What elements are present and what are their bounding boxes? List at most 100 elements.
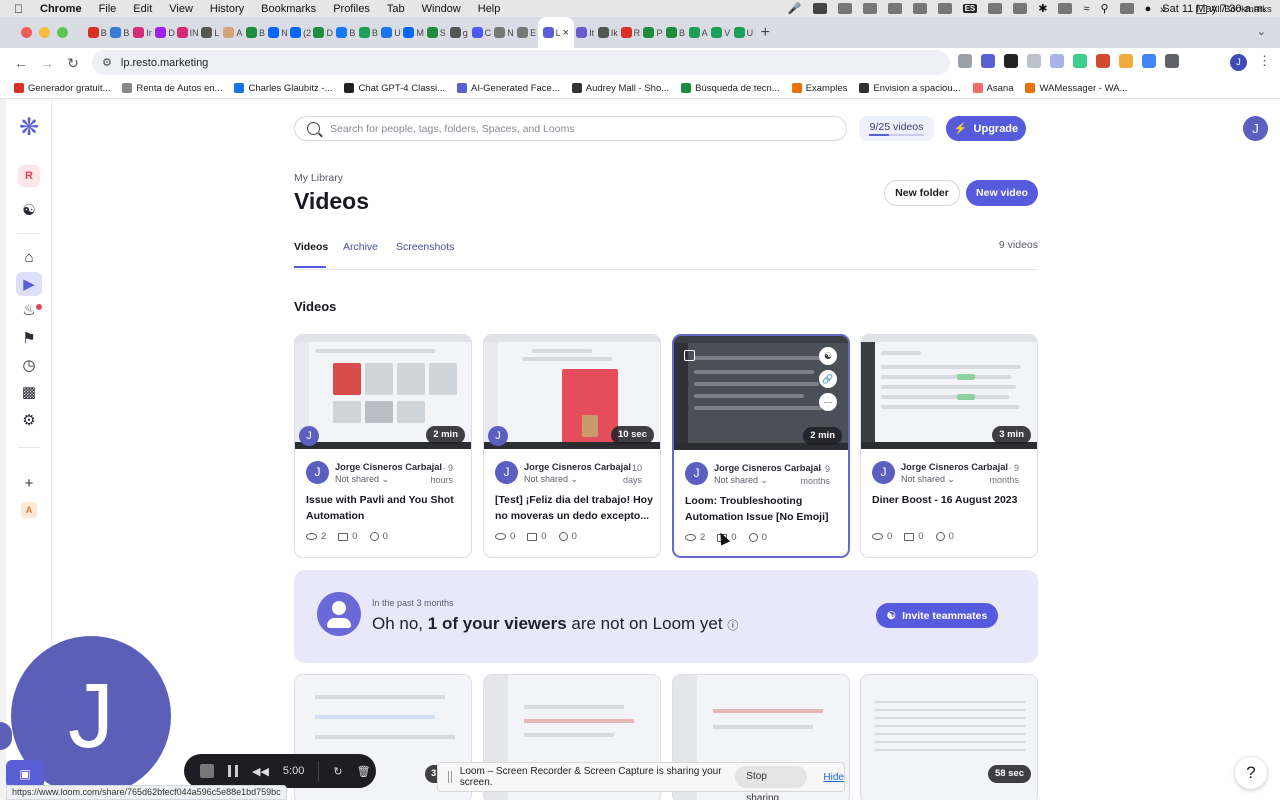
extension-icon[interactable] [1142,54,1156,68]
new-tab-button[interactable]: + [761,24,770,42]
status-app-icon[interactable] [937,3,952,14]
user-avatar[interactable]: J [1243,116,1268,141]
sharing-dropdown[interactable]: Not shared ⌄ [901,474,955,485]
bookmark-item[interactable]: Examples [791,83,847,94]
workspace-avatar-secondary[interactable]: A [21,502,37,518]
more-options-icon[interactable]: ⋯ [819,393,837,411]
browser-tab[interactable]: U [380,17,403,48]
status-app-icon[interactable] [887,3,902,14]
copy-link-icon[interactable]: 🔗 [819,370,837,388]
browser-tab[interactable]: IN [176,17,199,48]
tab-archive[interactable]: Archive [343,241,378,253]
control-center-icon[interactable] [1119,3,1134,14]
add-workspace-icon[interactable]: + [19,473,39,493]
address-bar[interactable]: ⚙ lp.resto.marketing [92,50,950,75]
browser-tab[interactable]: (2 [289,17,312,48]
bookmark-icon[interactable]: ⚑ [19,328,39,348]
video-card[interactable]: J 2 min J Jorge Cisneros Carbajal · 9 hou… [294,334,472,558]
owner-name[interactable]: Jorge Cisneros Carbajal [524,462,631,472]
bookmark-item[interactable]: Envision a spaciou... [859,83,961,94]
browser-tab[interactable]: B [109,17,132,48]
apple-menu-icon[interactable]:  [14,2,26,16]
owner-name[interactable]: Jorge Cisneros Carbajal [335,462,442,472]
video-card[interactable]: J 10 sec J Jorge Cisneros Carbajal · 10 d… [483,334,661,558]
bookmark-item[interactable]: WAMessager - WA... [1025,83,1127,94]
browser-tab[interactable]: N [267,17,290,48]
bookmark-item[interactable]: Charles Glaubitz -... [234,83,332,94]
menu-profiles[interactable]: Profiles [333,3,370,15]
video-card[interactable]: 3 min J Jorge Cisneros Carbajal · 9 month… [860,334,1038,558]
close-tab-icon[interactable]: × [563,27,569,39]
all-bookmarks-button[interactable]: All Bookmarks [1196,4,1272,15]
gear-icon[interactable]: ⚙ [19,410,39,430]
stop-sharing-button[interactable]: Stop sharing [735,766,808,800]
browser-tab[interactable]: N [493,17,516,48]
browser-tab[interactable]: Ik [596,17,619,48]
sharing-dropdown[interactable]: Not shared ⌄ [714,475,768,486]
browser-tab[interactable]: A [222,17,245,48]
restart-icon[interactable]: ↻ [333,765,342,778]
browser-tab[interactable]: D [154,17,177,48]
browser-tab[interactable]: L [199,17,222,48]
extension-icon[interactable] [981,54,995,68]
stop-recording-icon[interactable] [200,764,214,778]
wifi-icon[interactable]: ≈ [1083,3,1089,15]
input-source-indicator[interactable]: ES [962,4,978,13]
browser-tab[interactable]: B [86,17,109,48]
bookmark-item[interactable]: Chat GPT-4 Classi... [344,83,445,94]
close-window-button[interactable] [21,27,32,38]
menu-view[interactable]: View [169,3,193,15]
browser-tab[interactable]: A [687,17,710,48]
status-app-icon[interactable] [862,3,877,14]
browser-tab[interactable]: P [642,17,665,48]
pause-icon[interactable] [228,765,238,777]
home-icon[interactable]: ⌂ [19,247,39,267]
video-thumbnail[interactable]: 3 min [861,335,1037,449]
browser-tab[interactable]: B [335,17,358,48]
minimize-window-button[interactable] [39,27,50,38]
video-title[interactable]: [Test] ¡Feliz dia del trabajo! Hoy no mo… [495,492,655,524]
tab-search-chevron-icon[interactable]: ⌄ [1257,25,1266,38]
browser-tab[interactable]: M [402,17,425,48]
browser-tab-active[interactable]: L × [537,17,574,48]
upgrade-button[interactable]: ⚡ Upgrade [946,116,1026,141]
browser-tab[interactable]: E [515,17,538,48]
zoom-window-button[interactable] [57,27,68,38]
extension-icon[interactable] [958,54,972,68]
invite-teammates-button[interactable]: ☯ Invite teammates [876,603,998,628]
bookmarks-overflow-icon[interactable]: » [1160,4,1166,16]
hide-notice-link[interactable]: Hide [823,772,844,783]
site-info-icon[interactable]: ⚙ [102,56,112,69]
battery-icon[interactable] [1058,3,1073,14]
video-thumbnail[interactable]: J 2 min [295,335,471,449]
menu-file[interactable]: File [99,3,117,15]
browser-tab[interactable]: C [470,17,493,48]
bookmark-item[interactable]: Audrey Mall - Sho... [571,83,669,94]
status-app-icon[interactable] [837,3,852,14]
library-icon[interactable]: ▶ [16,272,42,296]
browser-tab[interactable]: V [709,17,732,48]
bookmark-item[interactable]: Asana [972,83,1013,94]
forward-arrow-icon[interactable]: → [34,55,60,71]
spotlight-search-icon[interactable]: ⚲ [1101,2,1109,15]
puzzle-extensions-icon[interactable] [1165,54,1179,68]
video-title[interactable]: Diner Boost - 16 August 2023 [872,492,1032,508]
breadcrumb[interactable]: My Library [294,172,343,184]
tab-screenshots[interactable]: Screenshots [396,241,454,253]
back-arrow-icon[interactable]: ← [8,55,34,71]
extension-icon[interactable] [1050,54,1064,68]
trash-icon[interactable]: 🗑 [357,765,371,778]
info-icon[interactable]: ⓘ [727,620,738,632]
bluetooth-icon[interactable]: ✱ [1038,2,1047,15]
video-title[interactable]: Issue with Pavli and You Shot Automation [306,492,466,524]
menu-help[interactable]: Help [478,3,501,15]
browser-tab[interactable]: R [619,17,642,48]
extension-icon[interactable] [1027,54,1041,68]
menu-chrome[interactable]: Chrome [40,3,82,15]
add-to-space-icon[interactable]: ☯ [819,347,837,365]
menu-tab[interactable]: Tab [387,3,405,15]
menu-bookmarks[interactable]: Bookmarks [261,3,316,15]
camera-toggle-icon[interactable]: ▣ [6,760,44,788]
extension-icon[interactable] [1096,54,1110,68]
chrome-profile-avatar[interactable]: J [1230,54,1247,71]
